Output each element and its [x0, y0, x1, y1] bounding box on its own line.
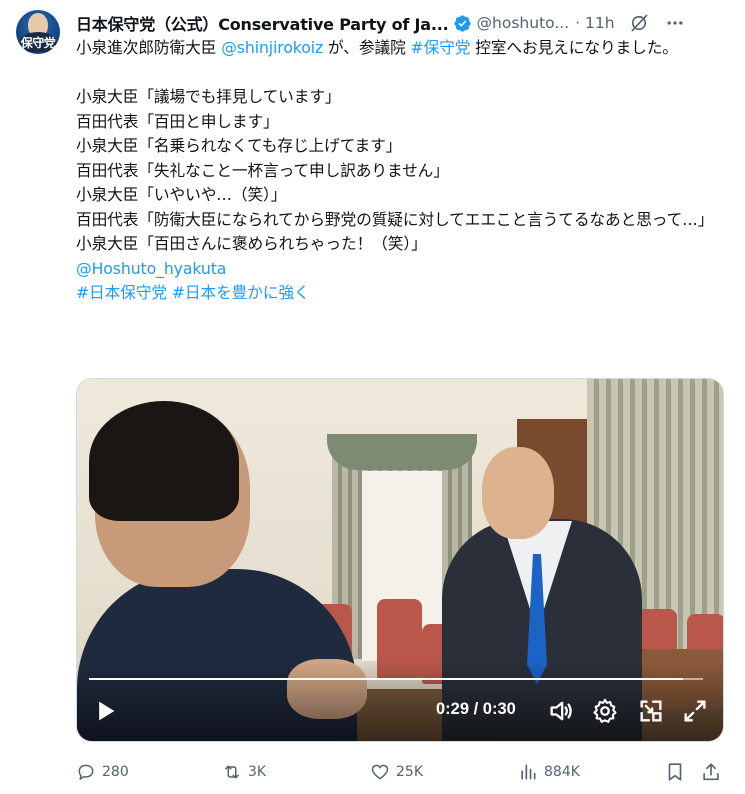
video-frame-hair-left [89, 401, 239, 521]
tweet-actions: 280 3K 25K 884K [76, 760, 729, 784]
views-chart-icon [521, 764, 536, 780]
video-controls: 0:29 / 0:30 [77, 697, 723, 733]
repost-count: 3K [248, 764, 267, 780]
tweet-header: 日本保守党（公式）Conservative Party of Ja... @ho… [76, 10, 731, 36]
video-frame-head-right [482, 447, 554, 539]
dialogue-text: 小泉大臣「議場でも拝見しています」 百田代表「百田と申します」 小泉大臣「名乗ら… [76, 87, 714, 253]
hashtag-link[interactable]: #日本を豊かに強く [172, 283, 310, 302]
video-progress-bar[interactable] [89, 678, 703, 680]
video-progress-fill [89, 678, 683, 680]
repost-button[interactable]: 3K [222, 760, 266, 784]
tweet-text: 小泉進次郎防衛大臣 @shinjirokoiz が、参議院 #保守党 控室へお見… [76, 36, 726, 306]
text-segment: 控室へお見えになりました。 [470, 38, 678, 57]
display-name[interactable]: 日本保守党（公式）Conservative Party of Ja... [76, 11, 449, 35]
views-count: 884K [544, 764, 580, 780]
like-count: 25K [396, 764, 423, 780]
reply-button[interactable]: 280 [76, 760, 129, 784]
grok-icon[interactable] [629, 13, 649, 33]
volume-icon[interactable] [547, 697, 575, 725]
fullscreen-icon[interactable] [681, 697, 709, 725]
heart-icon [371, 764, 389, 780]
avatar-label: 保守党 [20, 36, 56, 50]
avatar[interactable]: 保守党 [16, 10, 60, 54]
verified-badge-icon [453, 14, 471, 32]
play-icon[interactable] [91, 697, 119, 725]
mention-link[interactable]: @shinjirokoiz [221, 38, 323, 57]
settings-gear-icon[interactable] [591, 697, 619, 725]
bookmark-icon[interactable] [664, 761, 686, 783]
reply-icon [78, 764, 94, 780]
handle[interactable]: @hoshuto... [477, 14, 570, 32]
share-icon[interactable] [700, 761, 722, 783]
video-frame-valance [327, 434, 477, 470]
views-button[interactable]: 884K [518, 760, 580, 784]
picture-in-picture-icon[interactable] [637, 697, 665, 725]
like-button[interactable]: 25K [370, 760, 423, 784]
hashtag-link[interactable]: #保守党 [411, 38, 471, 57]
text-segment: 小泉進次郎防衛大臣 [76, 38, 222, 57]
more-options-icon[interactable] [665, 13, 685, 33]
mention-link[interactable]: @Hoshuto_hyakuta [76, 259, 226, 278]
video-player[interactable]: 0:29 / 0:30 [76, 378, 724, 742]
reply-count: 280 [102, 764, 129, 780]
text-segment: が、参議院 [323, 38, 411, 57]
video-time: 0:29 / 0:30 [436, 700, 516, 718]
hashtag-link[interactable]: #日本保守党 [76, 283, 167, 302]
repost-icon [225, 765, 239, 779]
timestamp[interactable]: · 11h [575, 14, 614, 32]
